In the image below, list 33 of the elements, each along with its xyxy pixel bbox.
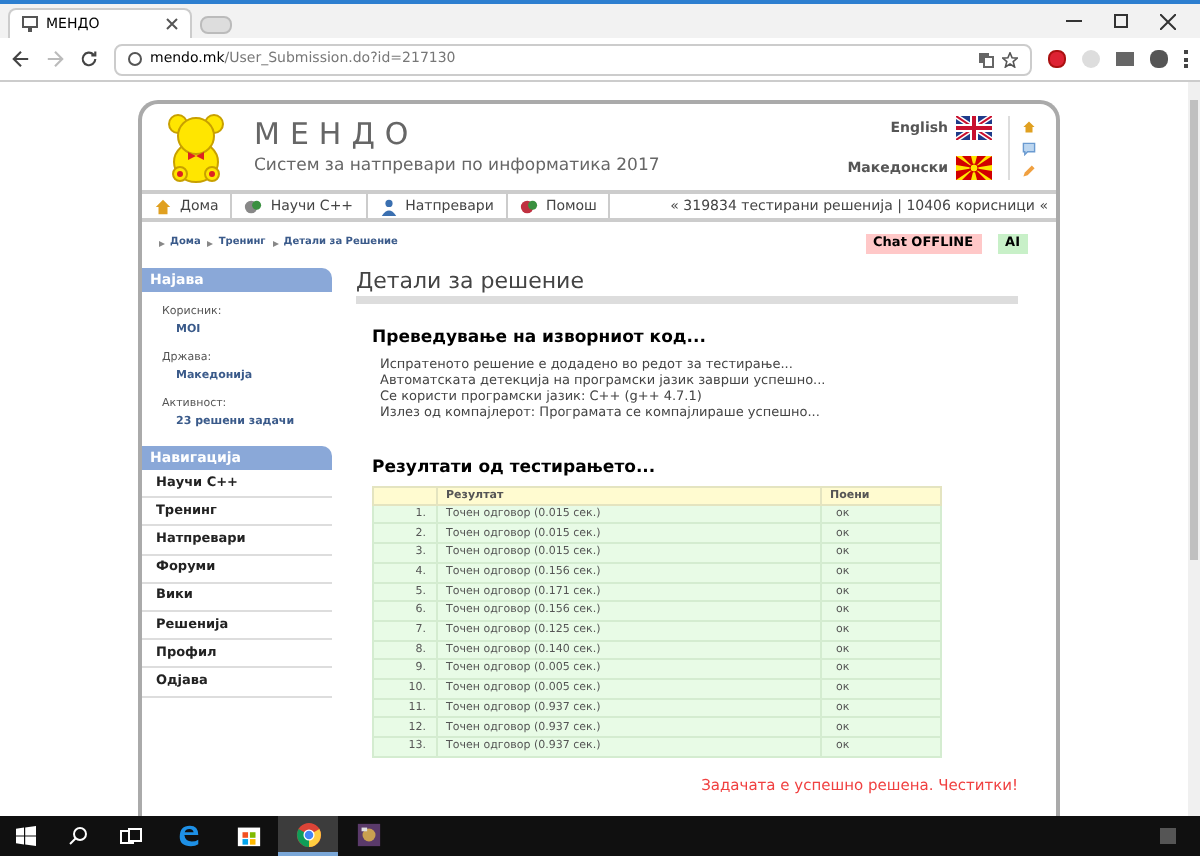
taskbar-button[interactable]	[278, 816, 338, 856]
close-icon[interactable]	[166, 18, 178, 30]
app-icon	[355, 821, 381, 847]
chrome-icon	[295, 821, 321, 847]
section-heading: Преведување на изворниот код...	[372, 326, 708, 352]
scrollbar[interactable]	[1188, 82, 1200, 816]
task-view-icon[interactable]	[120, 827, 142, 845]
arrow-icon	[271, 240, 280, 248]
section-heading: Резултати од тестирањето...	[372, 455, 658, 481]
column-header	[373, 486, 437, 505]
windows-icon[interactable]	[16, 826, 36, 846]
person-icon	[379, 197, 398, 215]
teddy-bear-logo[interactable]	[162, 112, 230, 184]
back-icon[interactable]	[12, 50, 30, 68]
reload-icon[interactable]	[80, 50, 98, 68]
translate-icon[interactable]	[978, 51, 994, 67]
page-title: Детали за решение	[356, 268, 1018, 304]
star-icon[interactable]	[1002, 51, 1018, 67]
info-icon[interactable]	[128, 52, 142, 66]
arrow-icon	[158, 240, 166, 248]
site-subtitle: Систем за натпревари по информатика 2017	[254, 154, 660, 180]
close-icon[interactable]	[1160, 13, 1176, 29]
flag-icon[interactable]	[956, 156, 992, 180]
search-icon[interactable]	[68, 826, 88, 846]
maximize-icon[interactable]	[1114, 14, 1128, 28]
house-icon	[154, 197, 172, 215]
flag-icon[interactable]	[956, 116, 992, 140]
record-icon[interactable]	[1048, 50, 1066, 68]
site-title: МЕНДО	[254, 116, 421, 154]
edge-icon	[175, 821, 201, 847]
monitor-icon	[22, 16, 38, 32]
arrow-icon	[206, 240, 215, 248]
speech-bubble-icon[interactable]	[1022, 141, 1036, 155]
